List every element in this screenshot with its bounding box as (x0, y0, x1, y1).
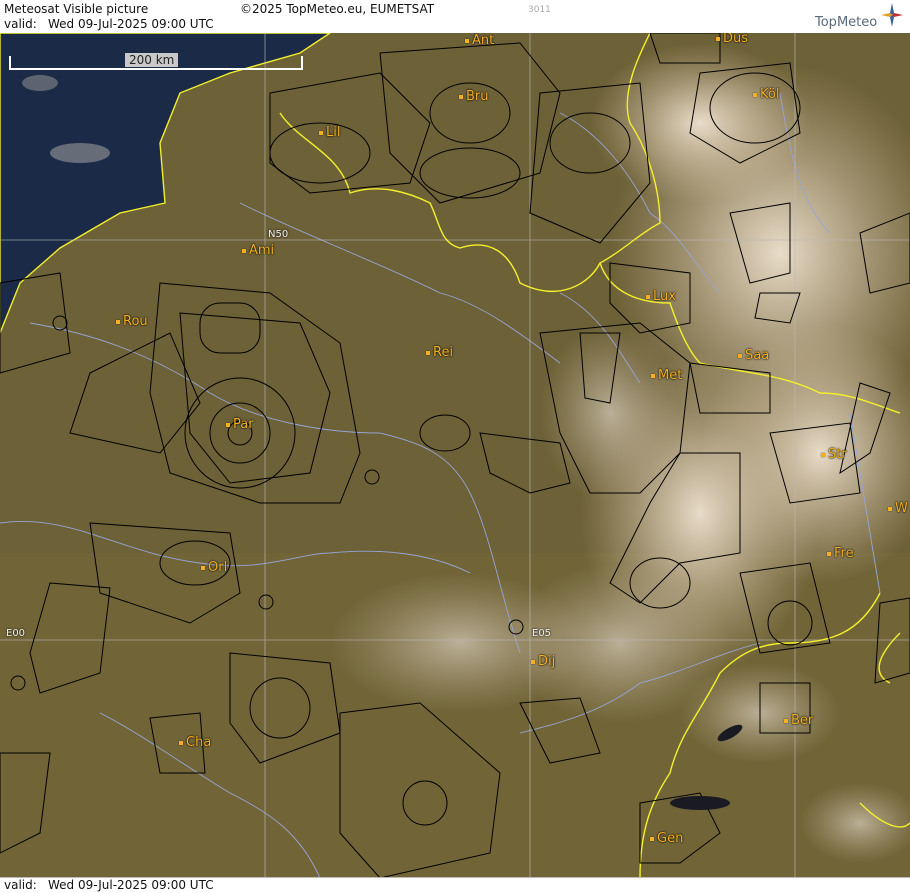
city-name: Rei (433, 345, 454, 360)
city-marker: W (888, 501, 908, 516)
city-marker: Ber (784, 713, 813, 728)
copyright-text: ©2025 TopMeteo.eu, EUMETSAT (240, 2, 435, 16)
city-marker: Str (821, 447, 847, 462)
valid-label: valid: (4, 17, 37, 31)
city-name: Dij (538, 654, 556, 669)
city-marker: Cha (179, 735, 211, 750)
city-name: Lil (326, 125, 341, 140)
map-canvas (0, 33, 910, 878)
city-name: Ant (472, 33, 495, 48)
city-marker: Rei (426, 345, 453, 360)
city-marker: Dus (716, 33, 748, 46)
city-marker: Rou (116, 314, 148, 329)
city-marker: Lux (646, 289, 676, 304)
city-name: Par (233, 417, 254, 432)
city-name: Lux (653, 289, 676, 304)
city-name: Rou (123, 314, 148, 329)
city-marker: Fre (827, 546, 854, 561)
city-name: Fre (834, 546, 854, 561)
image-title: Meteosat Visible picture (4, 2, 149, 16)
city-marker: Saa (738, 348, 769, 363)
grid-label-n50: N50 (268, 229, 289, 240)
city-name: Dus (723, 33, 749, 46)
city-name: Gen (657, 831, 684, 846)
brand-logo-text: TopMeteo (815, 15, 878, 30)
city-name: Ber (791, 713, 814, 728)
footer-valid-time: Wed 09-Jul-2025 09:00 UTC (48, 878, 214, 892)
city-marker: Ant (465, 33, 494, 48)
city-marker: Gen (650, 831, 683, 846)
city-marker: Orl (201, 560, 227, 575)
city-marker: Par (226, 417, 254, 432)
city-name: Cha (186, 735, 212, 750)
footer-valid-label: valid: (4, 878, 37, 892)
city-marker: Dij (531, 654, 555, 669)
footer-bar: valid: Wed 09-Jul-2025 09:00 UTC (0, 877, 910, 893)
city-name: W (895, 501, 908, 516)
city-marker: Lil (319, 125, 340, 140)
city-name: Saa (745, 348, 770, 363)
city-marker: Met (651, 368, 682, 383)
scale-label: 200 km (125, 53, 179, 67)
meteo-frame: Meteosat Visible picture valid: Wed 09-J… (0, 0, 910, 893)
city-name: Met (658, 368, 683, 383)
city-name: Str (828, 447, 847, 462)
city-name: Orl (208, 560, 228, 575)
city-marker: Köl (753, 87, 779, 102)
satellite-map: 200 km N50 E00 E05 Ant Bru Dus Köl Lil A… (0, 33, 910, 878)
compass-logo-icon (880, 2, 904, 31)
product-code: 3011 (528, 5, 551, 15)
header-bar: Meteosat Visible picture valid: Wed 09-J… (0, 0, 910, 34)
city-name: Ami (249, 243, 275, 258)
grid-label-e00: E00 (6, 628, 26, 639)
city-marker: Bru (459, 89, 489, 104)
city-name: Köl (760, 87, 780, 102)
valid-time: Wed 09-Jul-2025 09:00 UTC (48, 17, 214, 31)
city-marker: Ami (242, 243, 274, 258)
city-name: Bru (466, 89, 489, 104)
lake-geneva (670, 796, 730, 810)
grid-label-e05: E05 (532, 628, 552, 639)
